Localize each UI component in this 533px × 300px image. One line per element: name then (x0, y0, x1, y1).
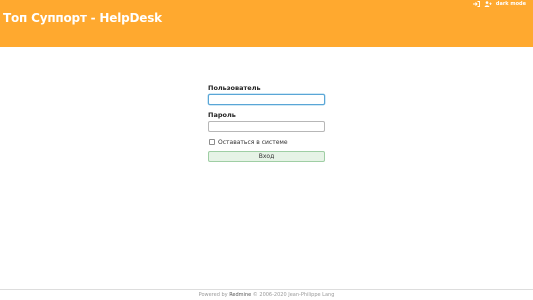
login-button[interactable]: Вход (208, 151, 325, 162)
footer-copyright: © 2006-2020 Jean-Philippe Lang (251, 292, 335, 298)
dark-mode-link[interactable]: dark mode (496, 1, 526, 7)
username-input[interactable] (208, 94, 325, 105)
remember-me-label[interactable]: Оставаться в системе (218, 139, 288, 146)
header-links: dark mode (472, 1, 526, 7)
footer-divider (0, 289, 533, 290)
footer: Powered by Redmine © 2006-2020 Jean-Phil… (0, 292, 533, 298)
password-input[interactable] (208, 121, 325, 132)
app-title[interactable]: Топ Суппорт - HelpDesk (3, 11, 162, 25)
login-form: Пользователь Пароль Оставаться в системе… (208, 84, 325, 162)
password-label: Пароль (208, 111, 236, 119)
footer-prefix: Powered by (198, 292, 230, 298)
username-label: Пользователь (208, 84, 261, 92)
header-bar: Топ Суппорт - HelpDesk dark mode (0, 0, 533, 47)
add-user-icon[interactable] (484, 1, 492, 7)
remember-me-checkbox[interactable] (209, 139, 215, 145)
redmine-link[interactable]: Redmine (229, 292, 251, 298)
remember-me-row: Оставаться в системе (208, 138, 325, 146)
sign-in-icon[interactable] (472, 1, 480, 7)
